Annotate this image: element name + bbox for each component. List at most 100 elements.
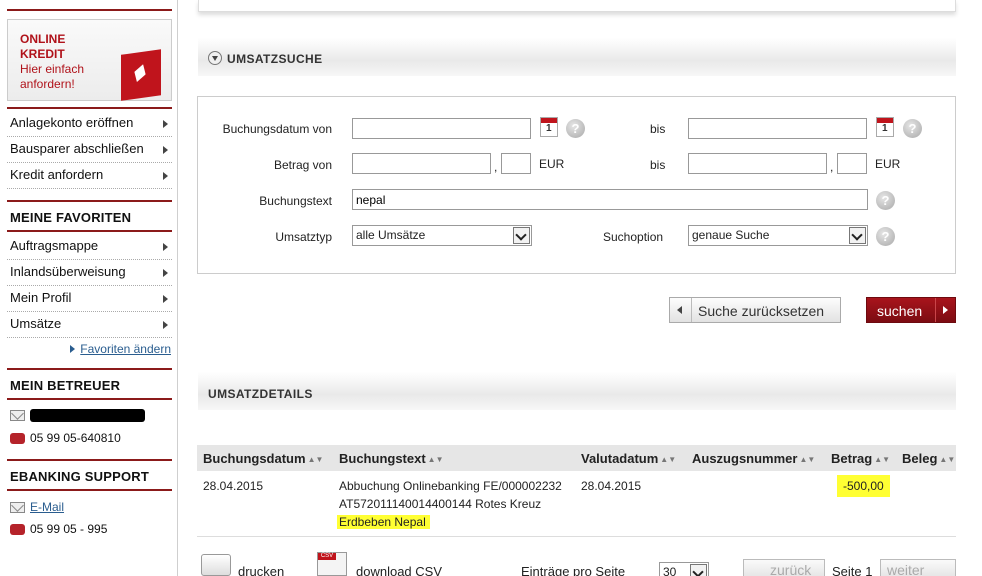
sidebar: ONLINE KREDIT Hier einfach anfordern! Anla… bbox=[0, 0, 178, 576]
select-value: genaue Suche bbox=[692, 228, 770, 242]
amount-to-cent-input[interactable] bbox=[837, 153, 867, 174]
help-icon[interactable]: ? bbox=[876, 227, 895, 246]
phone-icon bbox=[10, 433, 25, 445]
sort-icon[interactable]: ▲▼ bbox=[939, 455, 955, 464]
sidebar-item-label: Inlandsüberweisung bbox=[10, 264, 126, 279]
button-label: zurück bbox=[770, 562, 812, 576]
chevron-right-icon bbox=[163, 172, 168, 180]
transaction-type-select[interactable]: alle Umsätze bbox=[352, 225, 532, 246]
divider bbox=[7, 368, 172, 370]
column-header-buchungsdatum[interactable]: Buchungsdatum ▲▼ bbox=[203, 451, 323, 466]
sidebar-item-label: Bausparer abschließen bbox=[10, 141, 144, 156]
chevron-left-icon bbox=[670, 298, 692, 322]
search-option-select[interactable]: genaue Suche bbox=[688, 225, 868, 246]
sidebar-item-label: Auftragsmappe bbox=[10, 238, 99, 253]
column-header-beleg[interactable]: Beleg ▲▼ bbox=[902, 451, 955, 466]
date-from-label: Buchungsdatum von bbox=[222, 122, 332, 136]
amount-to-euro-input[interactable] bbox=[688, 153, 827, 174]
prev-page-button[interactable]: zurück bbox=[743, 559, 825, 576]
sidebar-item-anlagekonto[interactable]: Anlagekonto eröffnen bbox=[7, 111, 172, 137]
amount-from-euro-input[interactable] bbox=[352, 153, 491, 174]
help-icon[interactable]: ? bbox=[876, 191, 895, 210]
sort-icon[interactable]: ▲▼ bbox=[799, 455, 815, 464]
support-email-link[interactable]: E-Mail bbox=[30, 500, 64, 514]
support-phone: 05 99 05 - 995 bbox=[30, 522, 108, 536]
chevron-right-icon bbox=[163, 295, 168, 303]
cell-booking-text: Abbuchung Onlinebanking FE/000002232 AT5… bbox=[337, 477, 562, 531]
column-label: Beleg bbox=[902, 451, 938, 466]
per-page-select[interactable]: 30 bbox=[659, 562, 709, 576]
advisor-name-row bbox=[10, 408, 145, 423]
sidebar-item-label: Umsätze bbox=[10, 316, 62, 331]
sidebar-item-label: Kredit anfordern bbox=[10, 167, 104, 182]
mail-icon bbox=[10, 410, 25, 422]
sort-icon[interactable]: ▲▼ bbox=[874, 455, 890, 464]
csv-icon[interactable] bbox=[317, 552, 347, 576]
button-label: weiter bbox=[887, 562, 925, 576]
table-row[interactable]: 28.04.2015 Abbuchung Onlinebanking FE/00… bbox=[197, 471, 956, 537]
button-label: suchen bbox=[877, 303, 923, 319]
chevron-down-icon[interactable] bbox=[849, 227, 866, 244]
help-icon[interactable]: ? bbox=[566, 119, 585, 138]
printer-icon[interactable] bbox=[201, 554, 231, 576]
column-header-buchungstext[interactable]: Buchungstext ▲▼ bbox=[339, 451, 444, 466]
per-page-label: Einträge pro Seite bbox=[521, 564, 626, 576]
reset-search-button[interactable]: Suche zurücksetzen bbox=[669, 297, 841, 323]
column-label: Valutadatum bbox=[581, 451, 659, 466]
download-csv-link[interactable]: download CSV bbox=[356, 564, 442, 576]
date-to-input[interactable] bbox=[688, 118, 867, 139]
decimal-separator: , bbox=[494, 160, 498, 174]
divider bbox=[7, 107, 172, 109]
button-label: Suche zurücksetzen bbox=[698, 303, 825, 319]
calendar-day: 1 bbox=[546, 123, 552, 134]
sidebar-item-inlandsueberweisung[interactable]: Inlandsüberweisung bbox=[7, 260, 172, 286]
sidebar-item-bausparer[interactable]: Bausparer abschließen bbox=[7, 137, 172, 163]
phone-icon bbox=[10, 524, 25, 536]
help-icon[interactable]: ? bbox=[903, 119, 922, 138]
collapse-icon[interactable] bbox=[208, 51, 222, 65]
column-header-auszugsnummer[interactable]: Auszugsnummer ▲▼ bbox=[692, 451, 815, 466]
umsatzsuche-header[interactable]: UMSATZSUCHE bbox=[208, 51, 323, 66]
decimal-separator: , bbox=[830, 160, 834, 174]
sidebar-item-label: Anlagekonto eröffnen bbox=[10, 115, 134, 130]
chevron-down-icon[interactable] bbox=[690, 564, 707, 576]
redacted-name bbox=[30, 409, 145, 423]
column-label: Auszugsnummer bbox=[692, 451, 798, 466]
column-header-valutadatum[interactable]: Valutadatum ▲▼ bbox=[581, 451, 676, 466]
bank-logo-icon bbox=[121, 49, 161, 101]
amount-to-label: bis bbox=[650, 158, 666, 172]
search-option-label: Suchoption bbox=[603, 230, 664, 244]
sidebar-item-mein-profil[interactable]: Mein Profil bbox=[7, 286, 172, 312]
promo-text-line: anfordern! bbox=[20, 77, 75, 91]
favorites-edit-link[interactable]: Favoriten ändern bbox=[70, 342, 171, 356]
calendar-icon[interactable]: 1 bbox=[876, 117, 894, 137]
calendar-icon[interactable]: 1 bbox=[540, 117, 558, 137]
divider bbox=[7, 200, 172, 202]
page-indicator: Seite 1 bbox=[832, 564, 873, 576]
sidebar-item-umsaetze[interactable]: Umsätze bbox=[7, 312, 172, 338]
booking-text-input[interactable] bbox=[352, 189, 868, 210]
sidebar-item-label: Mein Profil bbox=[10, 290, 72, 305]
column-label: Buchungstext bbox=[339, 451, 426, 466]
support-email-row[interactable]: E-Mail bbox=[10, 500, 64, 514]
print-link[interactable]: drucken bbox=[238, 564, 284, 576]
sort-icon[interactable]: ▲▼ bbox=[428, 455, 444, 464]
column-label: Betrag bbox=[831, 451, 873, 466]
date-from-input[interactable] bbox=[352, 118, 531, 139]
sort-icon[interactable]: ▲▼ bbox=[660, 455, 676, 464]
advisor-phone-row: 05 99 05-640810 bbox=[10, 431, 121, 445]
sort-icon[interactable]: ▲▼ bbox=[308, 455, 324, 464]
table-footer: drucken download CSV Einträge pro Seite … bbox=[197, 548, 956, 576]
sidebar-item-kredit[interactable]: Kredit anfordern bbox=[7, 163, 172, 189]
sidebar-item-auftragsmappe[interactable]: Auftragsmappe bbox=[7, 234, 172, 260]
chevron-right-icon bbox=[163, 120, 168, 128]
search-button[interactable]: suchen bbox=[866, 297, 956, 323]
cell-amount: -500,00 bbox=[837, 475, 890, 497]
column-header-betrag[interactable]: Betrag ▲▼ bbox=[831, 451, 890, 466]
amount-from-cent-input[interactable] bbox=[501, 153, 531, 174]
mail-icon bbox=[10, 502, 25, 514]
online-kredit-banner[interactable]: ONLINE KREDIT Hier einfach anfordern! bbox=[7, 19, 172, 101]
select-value: alle Umsätze bbox=[356, 228, 426, 242]
next-page-button[interactable]: weiter bbox=[880, 559, 956, 576]
chevron-down-icon[interactable] bbox=[513, 227, 530, 244]
